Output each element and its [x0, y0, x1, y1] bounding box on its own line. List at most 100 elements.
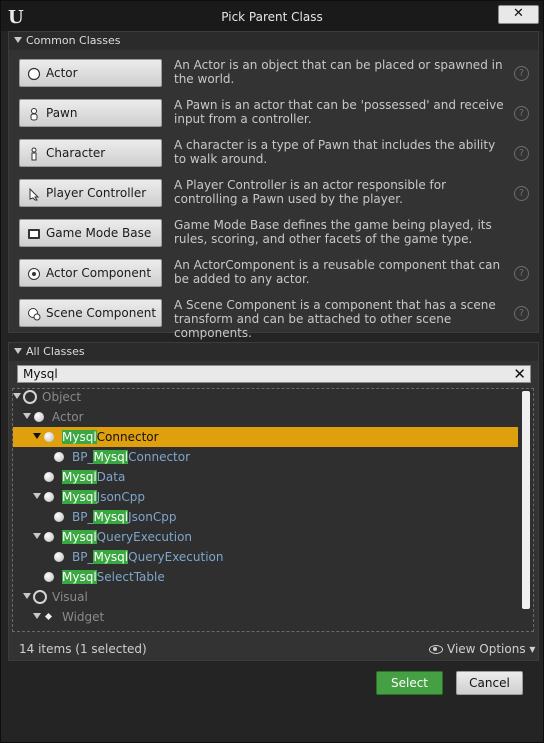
expand-arrow-icon[interactable]	[33, 493, 41, 499]
pawn-button[interactable]: Pawn	[19, 99, 162, 127]
tree-row-bp-mysqljsoncpp[interactable]: BP_MysqlJsonCpp	[13, 507, 518, 527]
game-mode-base-button[interactable]: Game Mode Base	[19, 219, 162, 247]
player-controller-icon	[29, 187, 40, 201]
actor-component-button-label: Actor Component	[46, 266, 152, 280]
class-ball-icon	[44, 572, 54, 582]
scene-component-icon	[28, 308, 41, 321]
view-options-button[interactable]: View Options ▾	[429, 642, 535, 656]
tree-row-label: MysqlJsonCpp	[62, 490, 146, 504]
expand-arrow-icon[interactable]	[33, 533, 41, 539]
tree-scrollbar[interactable]	[522, 391, 530, 609]
scene-component-button[interactable]: Scene Component	[19, 299, 162, 327]
character-button[interactable]: Character	[19, 139, 162, 167]
visual-class-icon	[33, 590, 47, 604]
class-ball-icon	[44, 492, 54, 502]
tree-row-widget[interactable]: Widget	[13, 607, 518, 627]
tree-row-bp-mysqlconnector[interactable]: BP_MysqlConnector	[13, 447, 518, 467]
player-controller-help-icon[interactable]: ?	[514, 186, 529, 201]
class-ball-icon	[54, 452, 64, 462]
tree-row-label: BP_MysqlJsonCpp	[72, 510, 177, 524]
close-button[interactable]: ✕	[498, 5, 539, 24]
pick-parent-class-dialog: U Pick Parent Class ✕ Common Classes Act…	[0, 0, 544, 743]
all-classes-header[interactable]: All Classes	[9, 343, 538, 361]
window-title: Pick Parent Class	[221, 10, 323, 24]
pawn-description: A Pawn is an actor that can be 'possesse…	[174, 98, 504, 126]
object-class-icon	[23, 390, 37, 404]
player-controller-description: A Player Controller is an actor responsi…	[174, 178, 447, 206]
player-controller-button-label: Player Controller	[46, 186, 147, 200]
game-mode-icon	[28, 229, 40, 239]
tree-row-label: Widget	[62, 610, 105, 624]
tree-row-label: MysqlQueryExecution	[62, 530, 193, 544]
item-count: 14 items (1 selected)	[19, 642, 147, 656]
class-search-input[interactable]: Mysql ✕	[17, 365, 531, 383]
tree-row-label: MysqlConnector	[62, 430, 159, 444]
tree-row-label: BP_MysqlQueryExecution	[72, 550, 224, 564]
pawn-icon	[30, 108, 38, 121]
tree-row-label: MysqlData	[62, 470, 126, 484]
character-description: A character is a type of Pawn that inclu…	[174, 138, 496, 166]
tree-row-label: Visual	[52, 590, 88, 604]
view-options-label: View Options	[447, 642, 526, 656]
cancel-button[interactable]: Cancel	[456, 671, 523, 695]
tree-row-mysqlqueryexecution[interactable]: MysqlQueryExecution	[13, 527, 518, 547]
tree-row-visual[interactable]: Visual	[13, 587, 518, 607]
expand-arrow-icon[interactable]	[13, 393, 21, 399]
actor-icon	[27, 67, 41, 81]
actor-description: An Actor is an object that can be placed…	[174, 58, 503, 86]
game-mode-base-description: Game Mode Base defines the game being pl…	[174, 218, 492, 246]
dropdown-arrow-icon: ▾	[525, 642, 536, 656]
widget-class-icon	[44, 612, 53, 621]
class-ball-icon	[44, 532, 54, 542]
class-ball-icon	[54, 512, 64, 522]
pawn-help-icon[interactable]: ?	[514, 106, 529, 121]
collapse-arrow-icon	[14, 37, 22, 43]
common-classes-header[interactable]: Common Classes	[9, 32, 538, 50]
class-ball-icon	[44, 472, 54, 482]
scene-component-button-label: Scene Component	[46, 306, 157, 320]
class-tree[interactable]: Object Actor MysqlConnector BP_MysqlConn…	[12, 388, 534, 632]
expand-arrow-icon[interactable]	[23, 413, 31, 419]
search-value: Mysql	[23, 367, 58, 381]
common-classes-section: Common Classes Actor An Actor is an obje…	[8, 31, 539, 340]
actor-button[interactable]: Actor	[19, 59, 162, 87]
scene-component-help-icon[interactable]: ?	[514, 306, 529, 321]
tree-row-mysqlconnector[interactable]: MysqlConnector	[13, 427, 518, 447]
pawn-button-label: Pawn	[46, 106, 78, 120]
tree-row-mysqldata[interactable]: MysqlData	[13, 467, 518, 487]
clear-search-icon[interactable]: ✕	[513, 365, 526, 383]
actor-button-label: Actor	[46, 66, 78, 80]
character-icon	[31, 147, 37, 161]
character-help-icon[interactable]: ?	[514, 146, 529, 161]
collapse-arrow-icon	[14, 348, 22, 354]
class-ball-icon	[54, 552, 64, 562]
class-ball-icon	[44, 432, 54, 442]
game-mode-base-button-label: Game Mode Base	[46, 226, 152, 240]
expand-arrow-icon[interactable]	[33, 433, 41, 439]
actor-component-description: An ActorComponent is a reusable componen…	[174, 258, 501, 286]
tree-row-mysqljsoncpp[interactable]: MysqlJsonCpp	[13, 487, 518, 507]
character-button-label: Character	[46, 146, 106, 160]
expand-arrow-icon[interactable]	[33, 613, 41, 619]
expand-arrow-icon[interactable]	[23, 593, 31, 599]
tree-row-label: MysqlSelectTable	[62, 570, 165, 584]
tree-row-label: BP_MysqlConnector	[72, 450, 191, 464]
actor-help-icon[interactable]: ?	[514, 66, 529, 81]
actor-component-icon	[28, 268, 40, 280]
eye-icon	[429, 645, 443, 654]
tree-row-actor[interactable]: Actor	[13, 407, 518, 427]
actor-component-help-icon[interactable]: ?	[514, 266, 529, 281]
scene-component-description: A Scene Component is a component that ha…	[174, 298, 496, 340]
actor-class-icon	[34, 412, 44, 422]
title-bar[interactable]: U Pick Parent Class ✕	[1, 1, 543, 31]
select-button[interactable]: Select	[376, 671, 443, 695]
player-controller-button[interactable]: Player Controller	[19, 179, 162, 207]
tree-row-mysqlselecttable[interactable]: MysqlSelectTable	[13, 567, 518, 587]
tree-row-bp-mysqlqueryexecution[interactable]: BP_MysqlQueryExecution	[13, 547, 518, 567]
common-classes-title: Common Classes	[26, 34, 121, 47]
actor-component-button[interactable]: Actor Component	[19, 259, 162, 287]
all-classes-section: All Classes Mysql ✕ Object Actor MysqlCo…	[8, 342, 539, 661]
tree-row-label: Actor	[52, 410, 84, 424]
tree-row-label: Object	[42, 390, 82, 404]
tree-row-object[interactable]: Object	[13, 389, 518, 407]
